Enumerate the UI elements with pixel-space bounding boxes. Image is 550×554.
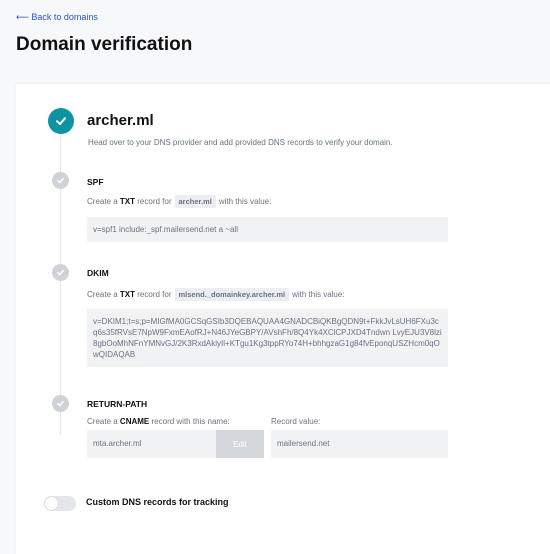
- dkim-host-chip: mlsend._domainkey.archer.ml: [174, 288, 290, 301]
- verification-card: archer.ml Head over to your DNS provider…: [16, 84, 550, 554]
- return-path-check-icon: [52, 395, 69, 412]
- dkim-title: DKIM: [87, 268, 109, 278]
- spf-value-field[interactable]: v=spf1 include:_spf.mailersend.net a ~al…: [87, 217, 448, 242]
- spf-check-icon: [52, 172, 69, 189]
- tracking-toggle[interactable]: [44, 496, 76, 511]
- page-title: Domain verification: [16, 34, 193, 55]
- toggle-knob: [45, 497, 58, 510]
- back-to-domains-link[interactable]: ⟵ Back to domains: [16, 12, 98, 23]
- spf-description: Create a TXT record for archer.ml with thi…: [87, 195, 272, 208]
- spf-title: SPF: [87, 177, 104, 187]
- tracking-toggle-label: Custom DNS records for tracking: [86, 497, 229, 507]
- return-path-name-field[interactable]: mta.archer.ml: [87, 430, 216, 458]
- spf-host-chip: archer.ml: [174, 195, 216, 208]
- return-path-title: RETURN-PATH: [87, 399, 148, 409]
- return-path-description: Create a CNAME record with this name:: [87, 417, 230, 426]
- record-value-label: Record value:: [271, 417, 321, 426]
- dkim-description: Create a TXT record for mlsend._domainkey…: [87, 288, 345, 301]
- edit-button[interactable]: Edit: [216, 430, 264, 458]
- record-value-field[interactable]: mailersend.net: [271, 430, 448, 458]
- verified-check-icon: [48, 108, 74, 134]
- domain-instructions: Head over to your DNS provider and add p…: [88, 138, 393, 147]
- dkim-check-icon: [52, 264, 69, 281]
- dkim-value-field[interactable]: v=DKIM1;t=s;p=MIGfMA0GCSqGSIb3DQEBAQUAA4…: [87, 309, 448, 367]
- domain-name: archer.ml: [87, 112, 154, 129]
